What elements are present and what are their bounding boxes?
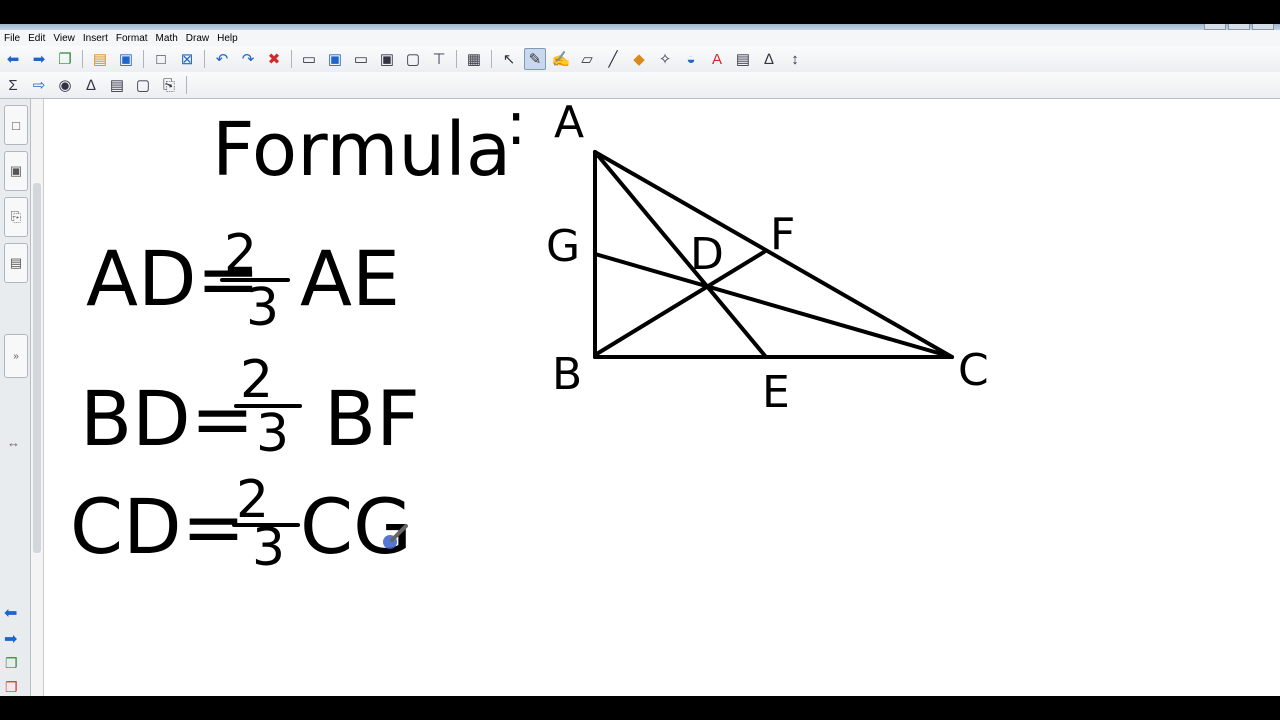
centroid-label-d: D — [690, 229, 724, 280]
arrow-shape-icon[interactable]: ⇨ — [28, 74, 50, 96]
menu-format[interactable]: Format — [112, 33, 152, 44]
save-icon[interactable]: ▣ — [115, 48, 137, 70]
video-letterbox-top — [0, 0, 1280, 24]
creative-pen-icon[interactable]: ✍ — [550, 48, 572, 70]
eraser-icon[interactable]: ▱ — [576, 48, 598, 70]
heading-colon: : — [506, 99, 526, 159]
menu-draw[interactable]: Draw — [182, 33, 213, 44]
paste-icon[interactable]: □ — [150, 48, 172, 70]
toolbar-separator — [204, 50, 205, 68]
properties-tab[interactable]: ▤ — [4, 243, 28, 283]
vertex-label-c: C — [958, 345, 989, 396]
properties-icon: ▤ — [9, 255, 23, 270]
attachments-tab[interactable]: ⎘ — [4, 197, 28, 237]
formula-ad-denominator: 3 — [246, 278, 279, 338]
shapes-icon[interactable]: ◆ — [628, 48, 650, 70]
table-format-icon[interactable]: ▤ — [106, 74, 128, 96]
back-arrow-icon[interactable]: ⬅ — [2, 48, 24, 70]
delete-page-icon[interactable]: ⊠ — [176, 48, 198, 70]
fill-icon[interactable]: ◒ — [680, 48, 702, 70]
delete-page-side-icon[interactable]: ❐ — [5, 679, 18, 696]
secondary-toolbar: Σ ⇨ ◉ ∆ ▤ ▢ ⎘ — [0, 72, 1280, 99]
capture-icon[interactable]: ▭ — [350, 48, 372, 70]
vertex-label-b: B — [552, 349, 582, 400]
midpoint-label-g: G — [546, 221, 580, 272]
whiteboard-canvas[interactable]: Formula : AD= 2 3 AE BD= 2 3 BF CD= 2 3 … — [44, 99, 1280, 696]
previous-page-icon[interactable]: ⬅ — [4, 603, 17, 623]
measure-icon[interactable]: ▢ — [132, 74, 154, 96]
menu-insert[interactable]: Insert — [79, 33, 112, 44]
handwriting-layer: Formula : AD= 2 3 AE BD= 2 3 BF CD= 2 3 … — [70, 99, 989, 578]
collapse-sidebar-button[interactable]: » — [4, 334, 28, 378]
redo-icon[interactable]: ↷ — [237, 48, 259, 70]
highlighter-icon[interactable]: ◉ — [54, 74, 76, 96]
menu-math[interactable]: Math — [152, 33, 182, 44]
formula-bd-denominator: 3 — [256, 404, 289, 464]
formula-bd-numerator: 2 — [240, 350, 273, 410]
side-tab-bar: □ ▣ ⎘ ▤ » ↔ ⬅ ➡ ❐ ❐ — [0, 99, 31, 696]
median-ae — [593, 150, 768, 359]
formula-cd-rhs: CG — [300, 482, 412, 571]
open-folder-icon[interactable]: ▤ — [89, 48, 111, 70]
vertical-scrollbar[interactable] — [31, 99, 44, 696]
handwriting-recognition-icon[interactable]: ∆ — [80, 74, 102, 96]
toolbar-separator — [186, 76, 187, 94]
line-icon[interactable]: ╱ — [602, 48, 624, 70]
delete-icon[interactable]: ✖ — [263, 48, 285, 70]
full-screen-icon[interactable]: ▣ — [376, 48, 398, 70]
scrollbar-thumb[interactable] — [33, 183, 41, 553]
forward-arrow-icon[interactable]: ➡ — [28, 48, 50, 70]
median-cg — [593, 252, 954, 359]
gallery-tab[interactable]: ▣ — [4, 151, 28, 191]
formula-bd-lhs: BD= — [80, 374, 254, 463]
add-page-side-icon[interactable]: ❐ — [5, 655, 18, 672]
move-toolbar-icon[interactable]: ↕ — [784, 48, 806, 70]
screen-shade-icon[interactable]: ▭ — [298, 48, 320, 70]
toolbar-separator — [143, 50, 144, 68]
menu-edit[interactable]: Edit — [24, 33, 49, 44]
page-sorter-tab[interactable]: □ — [4, 105, 28, 145]
menu-file[interactable]: File — [0, 33, 24, 44]
resize-arrows-icon[interactable]: ↔ — [7, 435, 20, 450]
formula-bd-rhs: BF — [324, 374, 420, 463]
capture-window-icon[interactable]: ⊤ — [428, 48, 450, 70]
formula-ad-numerator: 2 — [224, 224, 257, 284]
video-letterbox-bottom — [0, 696, 1280, 720]
midpoint-label-e: E — [762, 367, 790, 418]
median-bf — [593, 250, 766, 357]
magic-pen-icon[interactable]: ✧ — [654, 48, 676, 70]
toolbar-separator — [82, 50, 83, 68]
notebook-window: File Edit View Insert Format Math Draw H… — [0, 24, 1280, 696]
main-toolbar: ⬅ ➡ ❐ ▤ ▣ □ ⊠ ↶ ↷ ✖ ▭ ▣ ▭ ▣ ▢ ⊤ ▦ ↖ ✎ ✍ … — [0, 46, 1280, 72]
select-icon[interactable]: ↖ — [498, 48, 520, 70]
menu-help[interactable]: Help — [213, 33, 242, 44]
add-page-icon[interactable]: ❐ — [54, 48, 76, 70]
menu-bar: File Edit View Insert Format Math Draw H… — [0, 30, 1280, 46]
formula-cd-lhs: CD= — [70, 482, 245, 571]
toolbar-separator — [491, 50, 492, 68]
pen-icon[interactable]: ✎ — [524, 48, 546, 70]
menu-view[interactable]: View — [49, 33, 79, 44]
table-icon[interactable]: ▦ — [463, 48, 485, 70]
formula-heading: Formula — [212, 107, 511, 193]
paperclip-icon: ⎘ — [10, 209, 22, 224]
capture-area-icon[interactable]: ▢ — [402, 48, 424, 70]
undo-icon[interactable]: ↶ — [211, 48, 233, 70]
text-icon[interactable]: А — [706, 48, 728, 70]
attach-icon[interactable]: ⎘ — [158, 74, 180, 96]
gallery-icon: ▣ — [9, 163, 23, 178]
pen-style-icon[interactable]: ∆ — [758, 48, 780, 70]
midpoint-label-f: F — [770, 209, 795, 260]
show-screen-icon[interactable]: ▣ — [324, 48, 346, 70]
sigma-icon[interactable]: Σ — [2, 74, 24, 96]
double-chevron-icon: » — [13, 350, 19, 362]
toolbar-separator — [456, 50, 457, 68]
properties-icon[interactable]: ▤ — [732, 48, 754, 70]
formula-ad-rhs: AE — [300, 234, 400, 323]
page-icon: □ — [12, 117, 20, 133]
toolbar-separator — [291, 50, 292, 68]
vertex-label-a: A — [554, 99, 584, 148]
next-page-icon[interactable]: ➡ — [4, 629, 17, 649]
